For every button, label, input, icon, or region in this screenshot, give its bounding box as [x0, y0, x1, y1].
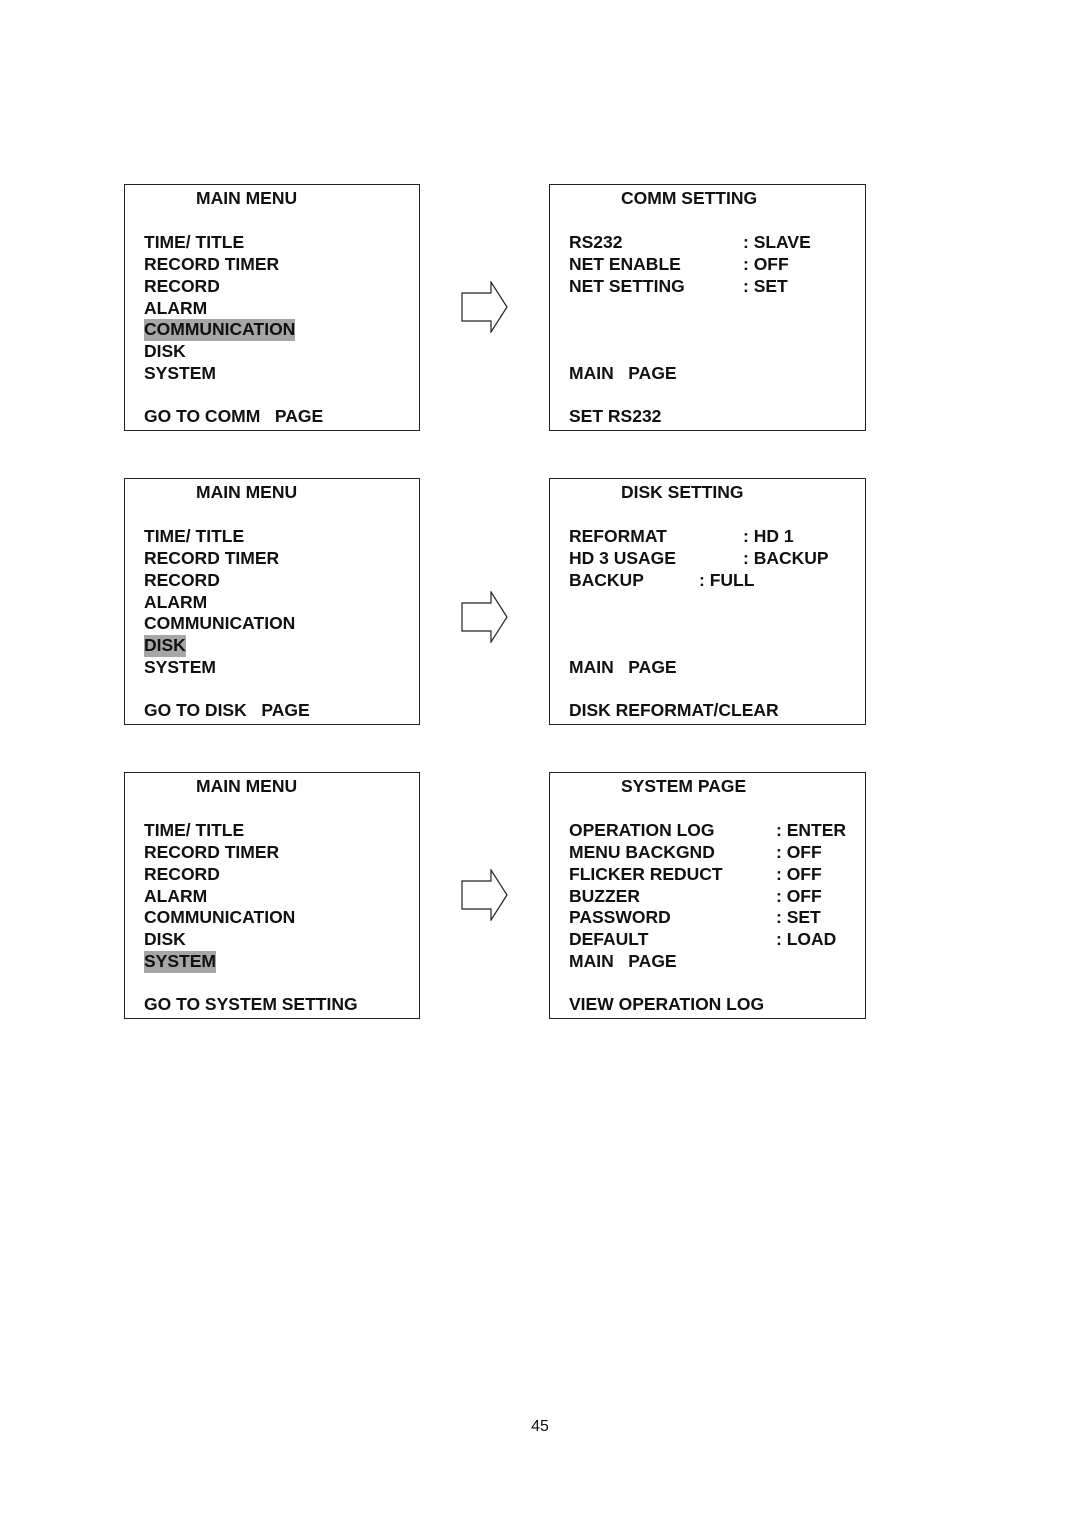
comm-setting-panel: COMM SETTING RS232 : SLAVE NET ENABLE : …	[549, 184, 866, 431]
menu-item-time-title[interactable]: TIME/ TITLE	[144, 526, 244, 548]
system-page-panel: SYSTEM PAGE OPERATION LOG : ENTER MENU B…	[549, 772, 866, 1019]
menu-item-alarm[interactable]: ALARM	[144, 592, 207, 614]
setting-label-backup[interactable]: BACKUP	[569, 570, 644, 592]
menu-item-record[interactable]: RECORD	[144, 570, 220, 592]
main-page-link[interactable]: MAIN PAGE	[569, 951, 677, 973]
setting-label-net-setting[interactable]: NET SETTING	[569, 276, 685, 298]
menu-item-communication-selected[interactable]: COMMUNICATION	[144, 319, 296, 341]
menu-item-communication[interactable]: COMMUNICATION	[144, 907, 295, 929]
menu-item-time-title[interactable]: TIME/ TITLE	[144, 232, 244, 254]
menu-item-record-timer[interactable]: RECORD TIMER	[144, 842, 279, 864]
submenu-hint: DISK REFORMAT/CLEAR	[569, 700, 779, 720]
setting-value-net-enable[interactable]: : OFF	[743, 254, 789, 276]
setting-label-flicker-reduct[interactable]: FLICKER REDUCT	[569, 864, 723, 886]
disk-setting-panel: DISK SETTING REFORMAT : HD 1 HD 3 USAGE …	[549, 478, 866, 725]
menu-item-record[interactable]: RECORD	[144, 864, 220, 886]
submenu-hint: VIEW OPERATION LOG	[569, 994, 765, 1014]
menu-item-time-title[interactable]: TIME/ TITLE	[144, 820, 244, 842]
setting-label-rs232[interactable]: RS232	[569, 232, 623, 254]
main-menu-panel-system: MAIN MENU TIME/ TITLE RECORD TIMER RECOR…	[124, 772, 420, 1019]
right-arrow-icon	[461, 869, 508, 921]
main-menu-panel-disk: MAIN MENU TIME/ TITLE RECORD TIMER RECOR…	[124, 478, 420, 725]
setting-value-net-setting[interactable]: : SET	[743, 276, 788, 298]
menu-item-system[interactable]: SYSTEM	[144, 657, 216, 679]
setting-value-operation-log[interactable]: : ENTER	[776, 820, 846, 842]
submenu-hint: SET RS232	[569, 406, 662, 426]
setting-value-flicker-reduct[interactable]: : OFF	[776, 864, 822, 886]
menu-hint: GO TO SYSTEM SETTING	[144, 994, 358, 1014]
disk-setting-title: DISK SETTING	[621, 482, 744, 502]
setting-value-default[interactable]: : LOAD	[776, 929, 836, 951]
setting-value-menu-backgnd[interactable]: : OFF	[776, 842, 822, 864]
setting-value-password[interactable]: : SET	[776, 907, 821, 929]
main-page-link[interactable]: MAIN PAGE	[569, 363, 677, 385]
setting-value-reformat[interactable]: : HD 1	[743, 526, 794, 548]
menu-item-disk-selected[interactable]: DISK	[144, 635, 186, 657]
setting-label-password[interactable]: PASSWORD	[569, 907, 671, 929]
setting-value-buzzer[interactable]: : OFF	[776, 886, 822, 908]
system-page-title: SYSTEM PAGE	[621, 776, 747, 796]
menu-item-alarm[interactable]: ALARM	[144, 298, 207, 320]
menu-item-disk[interactable]: DISK	[144, 341, 186, 363]
setting-value-rs232[interactable]: : SLAVE	[743, 232, 811, 254]
menu-item-system[interactable]: SYSTEM	[144, 363, 216, 385]
page-number: 45	[531, 1418, 549, 1435]
menu-item-record-timer[interactable]: RECORD TIMER	[144, 254, 279, 276]
setting-value-hd3-usage[interactable]: : BACKUP	[743, 548, 829, 570]
setting-label-hd3-usage[interactable]: HD 3 USAGE	[569, 548, 676, 570]
setting-label-default[interactable]: DEFAULT	[569, 929, 648, 951]
menu-item-disk[interactable]: DISK	[144, 929, 186, 951]
setting-label-buzzer[interactable]: BUZZER	[569, 886, 640, 908]
menu-item-alarm[interactable]: ALARM	[144, 886, 207, 908]
setting-label-net-enable[interactable]: NET ENABLE	[569, 254, 681, 276]
main-page-link[interactable]: MAIN PAGE	[569, 657, 677, 679]
menu-item-communication[interactable]: COMMUNICATION	[144, 613, 295, 635]
setting-value-backup[interactable]: : FULL	[699, 570, 754, 592]
main-menu-title: MAIN MENU	[196, 776, 298, 796]
menu-item-record-timer[interactable]: RECORD TIMER	[144, 548, 279, 570]
setting-label-reformat[interactable]: REFORMAT	[569, 526, 667, 548]
right-arrow-icon	[461, 281, 508, 333]
menu-item-record[interactable]: RECORD	[144, 276, 220, 298]
menu-item-system-selected[interactable]: SYSTEM	[144, 951, 216, 973]
setting-label-operation-log[interactable]: OPERATION LOG	[569, 820, 715, 842]
setting-label-menu-backgnd[interactable]: MENU BACKGND	[569, 842, 715, 864]
menu-hint: GO TO COMM PAGE	[144, 406, 324, 426]
main-menu-title: MAIN MENU	[196, 482, 298, 502]
right-arrow-icon	[461, 591, 508, 643]
main-menu-panel-comm: MAIN MENU TIME/ TITLE RECORD TIMER RECOR…	[124, 184, 420, 431]
comm-setting-title: COMM SETTING	[621, 188, 758, 208]
main-menu-title: MAIN MENU	[196, 188, 298, 208]
menu-hint: GO TO DISK PAGE	[144, 700, 310, 720]
